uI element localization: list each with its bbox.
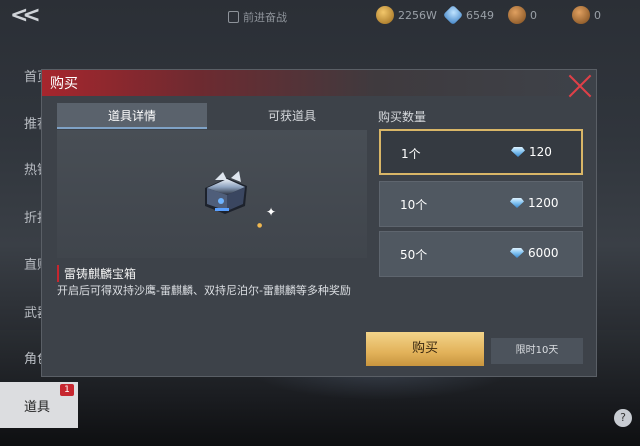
sidebar-item-items-label: 道具 [24, 400, 51, 415]
dialog-header: 购买 [42, 70, 596, 96]
limited-time-badge: 限时10天 [491, 338, 583, 364]
notice-icon [228, 11, 239, 23]
quantity-option-label: 50个 [400, 248, 428, 262]
sparkle-gold-icon: ● [257, 222, 263, 229]
tab-obtainable-items[interactable]: 可获道具 [217, 103, 367, 129]
bronze-coin-icon [508, 6, 526, 24]
quantity-option-1[interactable]: 1个 120 [379, 129, 583, 175]
purchase-dialog: 购买 道具详情 可获道具 ✦ ● 雷铸麒麟宝箱 开启后可得双持沙鹰-雷麒麟、双持… [41, 69, 597, 377]
currency-token-value: 0 [594, 8, 601, 22]
tab-item-details[interactable]: 道具详情 [57, 103, 207, 129]
currency-gold[interactable]: 2256W [376, 6, 437, 24]
quantity-title: 购买数量 [378, 110, 427, 124]
sidebar-item-items[interactable]: 道具 1 [0, 382, 78, 428]
close-button[interactable] [568, 73, 592, 97]
diamond-icon [442, 4, 464, 26]
dialog-tabs: 道具详情 可获道具 [57, 103, 367, 129]
top-notice[interactable]: 前进奋战 [228, 9, 287, 25]
treasure-chest-icon [205, 171, 247, 214]
quantity-option-price: 1200 [510, 196, 559, 210]
item-name: 雷铸麒麟宝箱 [57, 265, 136, 282]
price-value: 120 [529, 145, 552, 159]
currency-diamond-value: 6549 [466, 8, 494, 22]
diamond-icon [511, 147, 525, 157]
quantity-option-50[interactable]: 50个 6000 [379, 231, 583, 277]
quantity-option-price: 120 [511, 145, 552, 159]
currency-gold-value: 2256W [398, 8, 437, 22]
currency-bronze[interactable]: 0 [508, 6, 537, 24]
item-preview: ✦ ● [57, 130, 367, 258]
dialog-title: 购买 [50, 76, 78, 92]
currency-diamond[interactable]: 6549 [442, 4, 494, 26]
token-icon [572, 6, 590, 24]
currency-token[interactable]: 0 [572, 6, 601, 24]
back-button[interactable]: << [10, 3, 41, 28]
diamond-icon [510, 248, 524, 258]
item-description: 开启后可得双持沙鹰-雷麒麟、双持尼泊尔-雷麒麟等多种奖励 [57, 284, 351, 297]
buy-button[interactable]: 购买 [366, 332, 484, 366]
diamond-icon [510, 198, 524, 208]
quantity-option-label: 1个 [401, 147, 421, 161]
sparkle-icon: ✦ [266, 205, 277, 219]
price-value: 6000 [528, 246, 559, 260]
currency-bronze-value: 0 [530, 8, 537, 22]
top-notice-label: 前进奋战 [243, 11, 287, 24]
double-chevron-left-icon: << [10, 3, 41, 28]
top-bar: << 前进奋战 2256W 6549 0 0 [0, 0, 640, 34]
quantity-option-price: 6000 [510, 246, 559, 260]
price-value: 1200 [528, 196, 559, 210]
notification-badge: 1 [60, 384, 74, 396]
gold-coin-icon [376, 6, 394, 24]
help-icon[interactable]: ? [614, 409, 632, 427]
quantity-option-label: 10个 [400, 198, 428, 212]
quantity-option-10[interactable]: 10个 1200 [379, 181, 583, 227]
